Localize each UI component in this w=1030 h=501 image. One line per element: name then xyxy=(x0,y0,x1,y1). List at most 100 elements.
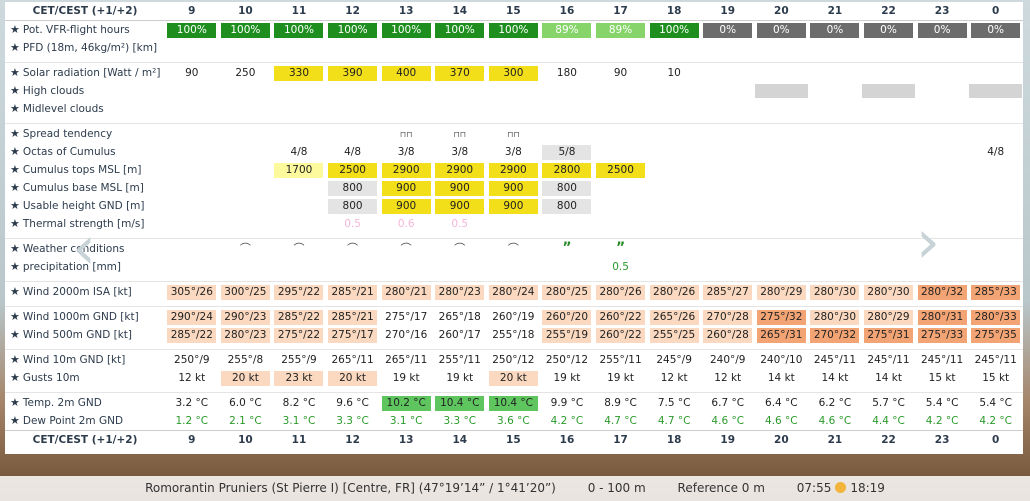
star-icon[interactable]: ★ xyxy=(10,414,20,427)
cubase-cell: 900 xyxy=(487,179,541,197)
w10-cell: 250°/12 xyxy=(487,351,541,369)
row-octas: ★ Octas of Cumulus 4/8 4/8 3/8 3/8 3/8 5/8 4/8 xyxy=(5,143,1023,161)
star-icon[interactable]: ★ xyxy=(10,396,20,409)
star-icon[interactable]: ★ xyxy=(10,285,20,298)
star-icon[interactable]: ★ xyxy=(10,260,20,273)
gusts-value: 12 kt xyxy=(660,372,688,384)
spread-cell xyxy=(915,125,969,143)
w1000-cell: 285°/22 xyxy=(272,308,326,326)
hour-14: 23 xyxy=(934,5,950,17)
chevron-left-icon[interactable]: ‹ xyxy=(72,218,96,278)
vfr-value: 100% xyxy=(435,23,485,38)
hour-7: 16 xyxy=(559,434,575,446)
w1000-cell: 280°/29 xyxy=(862,308,916,326)
vfr-value: 89% xyxy=(596,23,646,38)
dew-cell: 4.2 °C xyxy=(969,412,1023,430)
temp-value: 6.7 °C xyxy=(711,397,745,409)
temp-cell: 8.2 °C xyxy=(272,394,326,412)
row-label-pfd: ★ PFD (18m, 46kg/m²) [km] xyxy=(5,39,165,57)
solar-value: 330 xyxy=(274,66,324,81)
w10-cell: 255°/11 xyxy=(433,351,487,369)
solar-value: 90 xyxy=(185,67,199,79)
row-usable: ★ Usable height GND [m] 800 900 900 900 800 xyxy=(5,197,1023,215)
weather-value: ⌒ xyxy=(347,242,359,255)
vfr-value: 100% xyxy=(381,23,431,38)
w2000-cell: 285°/21 xyxy=(326,283,380,301)
precip-cell xyxy=(969,258,1023,276)
row-label-spread: ★ Spread tendency xyxy=(5,125,165,143)
star-icon[interactable]: ★ xyxy=(10,41,20,54)
star-icon[interactable]: ★ xyxy=(10,145,20,158)
spread-cell xyxy=(540,125,594,143)
cutops-cell xyxy=(755,161,809,179)
pfd-cell xyxy=(326,39,380,57)
star-icon[interactable]: ★ xyxy=(10,181,20,194)
gusts-value: 20 kt xyxy=(328,371,378,386)
spread-cell xyxy=(647,125,701,143)
star-icon[interactable]: ★ xyxy=(10,66,20,79)
solar-cell xyxy=(755,64,809,82)
w1000-cell: 265°/26 xyxy=(647,308,701,326)
cubase-cell xyxy=(165,179,219,197)
chevron-right-icon[interactable]: › xyxy=(916,212,940,272)
star-icon[interactable]: ★ xyxy=(10,353,20,366)
pfd-cell xyxy=(540,39,594,57)
w2000-cell: 280°/23 xyxy=(433,283,487,301)
dew-cell: 4.2 °C xyxy=(540,412,594,430)
high-clouds-cell xyxy=(540,82,594,100)
w500-cell: 255°/18 xyxy=(487,326,541,344)
weather-cell: ” xyxy=(540,240,594,258)
dew-value: 3.3 °C xyxy=(336,415,369,427)
mid-cell xyxy=(379,100,433,118)
w500-value: 275°/35 xyxy=(971,328,1021,343)
hour-12: 21 xyxy=(827,5,843,17)
usable-value: 900 xyxy=(381,199,431,214)
w500-value: 275°/31 xyxy=(864,328,914,343)
w500-cell: 255°/19 xyxy=(540,326,594,344)
high-clouds-cell xyxy=(969,82,1023,100)
solar-cell: 90 xyxy=(165,64,219,82)
spread-cell xyxy=(969,125,1023,143)
cutops-value: 2900 xyxy=(435,163,485,178)
star-icon[interactable]: ★ xyxy=(10,242,20,255)
dew-cell: 3.3 °C xyxy=(433,412,487,430)
star-icon[interactable]: ★ xyxy=(10,217,20,230)
weather-cell xyxy=(862,240,916,258)
spread-cell xyxy=(326,125,380,143)
star-icon[interactable]: ★ xyxy=(10,163,20,176)
w1000-value: 260°/22 xyxy=(596,310,646,325)
temp-cell: 6.4 °C xyxy=(755,394,809,412)
usable-cell xyxy=(219,197,273,215)
star-icon[interactable]: ★ xyxy=(10,127,20,140)
hour-8: 17 xyxy=(613,5,628,17)
pfd-cell xyxy=(487,39,541,57)
row-label-text: Wind 2000m ISA [kt] xyxy=(22,286,132,298)
gusts-cell: 15 kt xyxy=(915,369,969,387)
mid-cell xyxy=(165,100,219,118)
star-icon[interactable]: ★ xyxy=(10,23,20,36)
temp-value: 3.2 °C xyxy=(175,397,209,409)
star-icon[interactable]: ★ xyxy=(10,102,20,115)
row-label-w1000: ★ Wind 1000m GND [kt] xyxy=(5,308,165,326)
octas-cell xyxy=(165,143,219,161)
thermal-cell xyxy=(594,215,648,233)
star-icon[interactable]: ★ xyxy=(10,199,20,212)
w1000-value: 280°/30 xyxy=(810,310,860,325)
hour-12: 21 xyxy=(827,434,843,446)
w2000-value: 280°/21 xyxy=(381,285,431,300)
temp-cell: 6.7 °C xyxy=(701,394,755,412)
vfr-cell: 0% xyxy=(808,21,862,39)
temp-value: 8.9 °C xyxy=(604,397,637,409)
row-label-temp: ★ Temp. 2m GND xyxy=(5,394,165,412)
star-icon[interactable]: ★ xyxy=(10,310,20,323)
star-icon[interactable]: ★ xyxy=(10,371,20,384)
thermal-cell: 0.6 xyxy=(379,215,433,233)
dew-value: 1.2 °C xyxy=(175,415,209,427)
hour-11: 20 xyxy=(774,434,789,446)
precip-cell xyxy=(326,258,380,276)
mid-cell xyxy=(647,100,701,118)
star-icon[interactable]: ★ xyxy=(10,328,20,341)
weather-cell: ⌒ xyxy=(219,240,273,258)
star-icon[interactable]: ★ xyxy=(10,84,20,97)
solar-value: 10 xyxy=(667,67,681,79)
